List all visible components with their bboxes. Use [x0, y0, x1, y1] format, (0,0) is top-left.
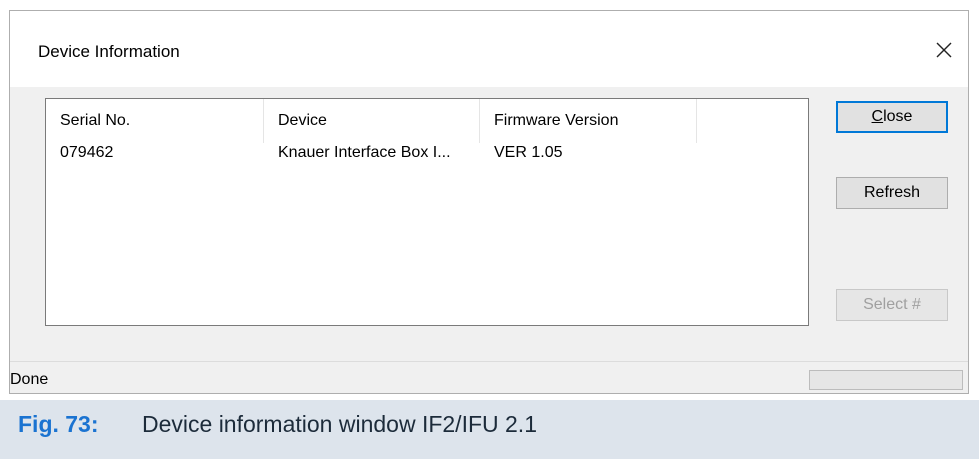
cell-serial: 079462 [60, 144, 114, 161]
status-text: Done [10, 371, 49, 388]
column-header-firmware[interactable]: Firmware Version [480, 99, 697, 143]
column-header-serial[interactable]: Serial No. [46, 99, 264, 143]
device-information-dialog: Device Information Serial No. Device Fir… [9, 10, 969, 394]
column-header-device[interactable]: Device [264, 99, 480, 143]
table-row[interactable]: 079462 Knauer Interface Box I... VER 1.0… [46, 143, 808, 171]
device-list[interactable]: Serial No. Device Firmware Version 07946… [45, 98, 809, 326]
cell-extra [697, 143, 808, 171]
close-button-mnemonic: C [871, 108, 884, 125]
figure-label: Fig. 73: [18, 411, 99, 437]
title-bar: Device Information [10, 11, 968, 87]
close-button-label: lose [883, 108, 913, 125]
refresh-button[interactable]: Refresh [836, 177, 948, 209]
figure-caption-text: Device information window IF2/IFU 2.1 [142, 411, 537, 437]
close-icon [936, 42, 952, 58]
cell-firmware: VER 1.05 [494, 144, 563, 161]
close-window-button[interactable] [930, 36, 958, 64]
list-header: Serial No. Device Firmware Version [46, 99, 808, 143]
cell-device: Knauer Interface Box I... [278, 144, 451, 161]
window-title: Device Information [38, 42, 180, 61]
column-header-empty[interactable] [697, 99, 808, 143]
select-number-button[interactable]: Select # [836, 289, 948, 321]
close-button[interactable]: Close [836, 101, 948, 133]
figure-caption: Fig. 73: Device information window IF2/I… [0, 400, 979, 459]
page: Device Information Serial No. Device Fir… [0, 0, 979, 459]
status-bar: Done [10, 361, 968, 393]
status-progress-bar [809, 370, 963, 390]
